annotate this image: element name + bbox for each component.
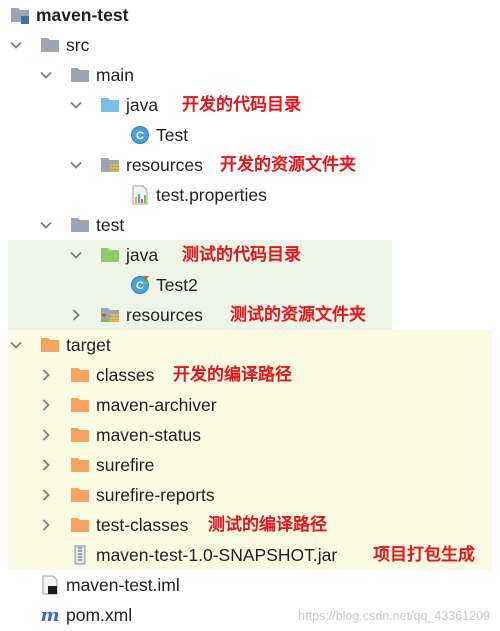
jar-file-icon (70, 545, 90, 565)
tree-row-test-classes[interactable]: test-classes 测试的编译路径 (0, 510, 500, 540)
target-label: target (66, 335, 111, 355)
surefire-label: surefire (96, 455, 155, 475)
tree-row-maven-archiver[interactable]: maven-archiver (0, 390, 500, 420)
tree-row-maven-status[interactable]: maven-status (0, 420, 500, 450)
test-resources-label: resources (126, 305, 203, 325)
tree-row-jar[interactable]: maven-test-1.0-SNAPSHOT.jar 项目打包生成 (0, 540, 500, 570)
tree-row-test-resources[interactable]: resources 测试的资源文件夹 (0, 300, 500, 330)
src-label: src (66, 35, 90, 55)
java-class-icon (130, 125, 150, 145)
folder-icon (70, 65, 90, 85)
properties-file-icon (130, 185, 150, 205)
maven-pom-icon (40, 605, 60, 625)
main-label: main (96, 65, 134, 85)
tree-row-test-class[interactable]: Test (0, 120, 500, 150)
excluded-folder-icon (70, 455, 90, 475)
annotation-test-resources: 测试的资源文件夹 (230, 305, 366, 325)
chevron-down-icon[interactable] (38, 217, 54, 233)
test-properties-label: test.properties (156, 185, 267, 205)
chevron-right-icon[interactable] (38, 457, 54, 473)
iml-label: maven-test.iml (66, 575, 180, 595)
chevron-down-icon[interactable] (68, 247, 84, 263)
annotation-main-resources: 开发的资源文件夹 (220, 155, 356, 175)
chevron-down-icon[interactable] (8, 37, 24, 53)
excluded-folder-icon (70, 515, 90, 535)
folder-icon (70, 215, 90, 235)
main-java-label: java (126, 95, 159, 115)
annotation-test-classes: 测试的编译路径 (208, 515, 327, 535)
test-class-label: Test (156, 125, 189, 145)
watermark: https://blog.csdn.net/qq_43361209 (298, 609, 490, 623)
tree-row-target[interactable]: target (0, 330, 500, 360)
folder-icon (40, 35, 60, 55)
tree-row-main-java[interactable]: java 开发的代码目录 (0, 90, 500, 120)
tree-row-test-properties[interactable]: test.properties (0, 180, 500, 210)
tree-row-main-resources[interactable]: resources 开发的资源文件夹 (0, 150, 500, 180)
test2-class-label: Test2 (156, 275, 198, 295)
test-class-icon (130, 275, 150, 295)
excluded-folder-icon (40, 335, 60, 355)
main-resources-label: resources (126, 155, 203, 175)
excluded-folder-icon (70, 395, 90, 415)
chevron-right-icon[interactable] (68, 307, 84, 323)
jar-label: maven-test-1.0-SNAPSHOT.jar (96, 545, 338, 565)
test-label: test (96, 215, 125, 235)
annotation-test-java: 测试的代码目录 (182, 245, 301, 265)
test-java-label: java (126, 245, 159, 265)
excluded-folder-icon (70, 425, 90, 445)
test-resources-folder-icon (100, 305, 120, 325)
test-classes-label: test-classes (96, 515, 189, 535)
source-folder-icon (100, 95, 120, 115)
excluded-folder-icon (70, 485, 90, 505)
tree-row-surefire[interactable]: surefire (0, 450, 500, 480)
surefire-reports-label: surefire-reports (96, 485, 215, 505)
tree-row-main[interactable]: main (0, 60, 500, 90)
tree-row-classes[interactable]: classes 开发的编译路径 (0, 360, 500, 390)
classes-label: classes (96, 365, 155, 385)
chevron-down-icon[interactable] (68, 157, 84, 173)
test-source-folder-icon (100, 245, 120, 265)
maven-status-label: maven-status (96, 425, 202, 445)
root-label: maven-test (36, 5, 129, 25)
chevron-right-icon[interactable] (38, 517, 54, 533)
chevron-right-icon[interactable] (38, 427, 54, 443)
chevron-right-icon[interactable] (38, 397, 54, 413)
chevron-down-icon[interactable] (8, 337, 24, 353)
excluded-folder-icon (70, 365, 90, 385)
tree-row-test-java[interactable]: java 测试的代码目录 (0, 240, 500, 270)
tree-row-iml[interactable]: maven-test.iml (0, 570, 500, 600)
annotation-classes: 开发的编译路径 (173, 365, 292, 385)
resources-folder-icon (100, 155, 120, 175)
chevron-right-icon[interactable] (38, 487, 54, 503)
tree-row-src[interactable]: src (0, 30, 500, 60)
chevron-down-icon[interactable] (68, 97, 84, 113)
annotation-main-java: 开发的代码目录 (182, 95, 301, 115)
pom-label: pom.xml (66, 605, 133, 625)
annotation-jar: 项目打包生成 (373, 545, 475, 565)
tree-row-test2-class[interactable]: Test2 (0, 270, 500, 300)
iml-file-icon (40, 575, 60, 595)
maven-archiver-label: maven-archiver (96, 395, 217, 415)
tree-row-surefire-reports[interactable]: surefire-reports (0, 480, 500, 510)
tree-row-root[interactable]: maven-test (0, 0, 500, 30)
tree-row-test[interactable]: test (0, 210, 500, 240)
module-folder-icon (10, 5, 30, 25)
chevron-down-icon[interactable] (38, 67, 54, 83)
chevron-right-icon[interactable] (38, 367, 54, 383)
